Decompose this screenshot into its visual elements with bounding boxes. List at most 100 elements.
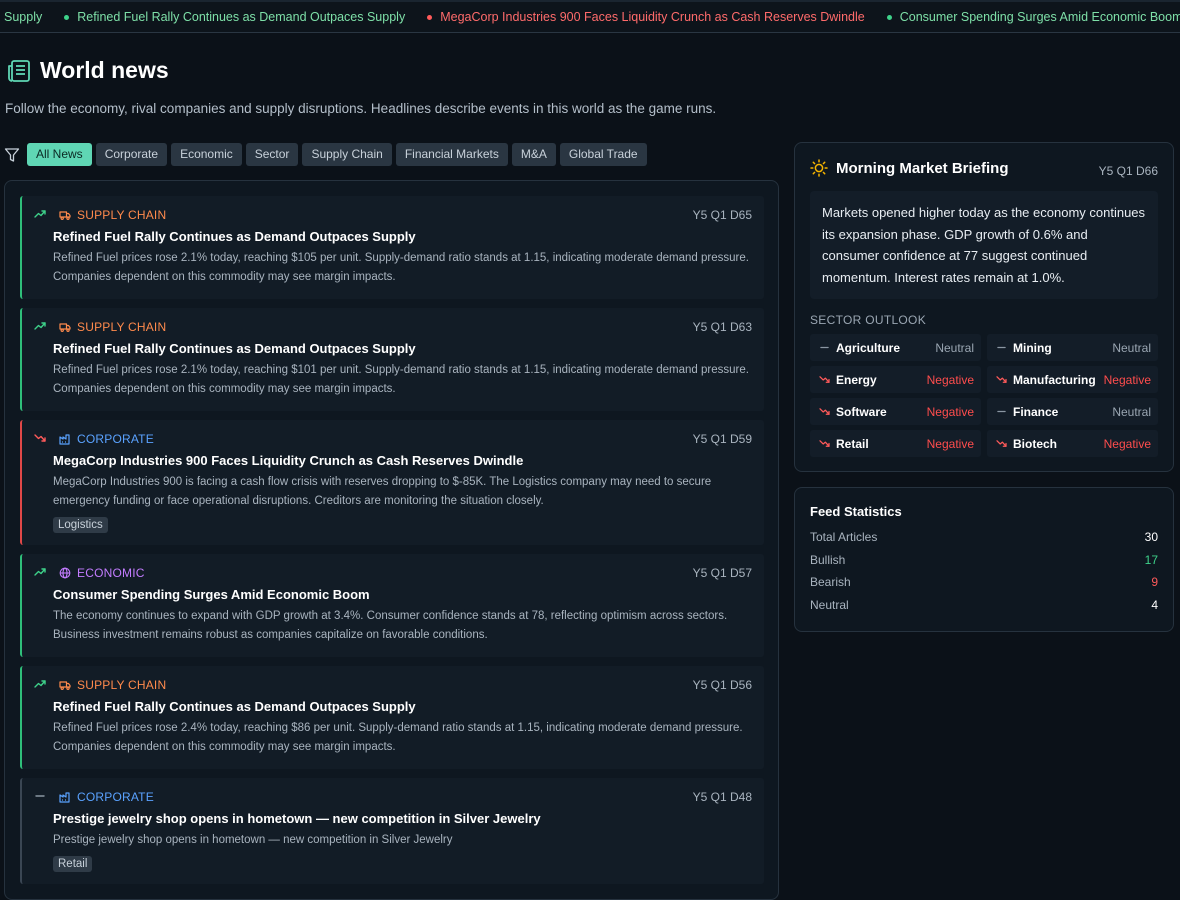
ticker-dot	[427, 15, 433, 20]
news-card[interactable]: CORPORATE Y5 Q1 D48 Prestige jewelry shop …	[20, 778, 764, 884]
news-card[interactable]: CORPORATE Y5 Q1 D59 MegaCorp Industries 90…	[20, 420, 764, 545]
sector-manufacturing: Manufacturing Negative	[987, 366, 1158, 393]
sector-outlook-value: Negative	[1103, 372, 1151, 387]
card-tag[interactable]: Retail	[53, 856, 93, 872]
briefing-title: Morning Market Briefing	[836, 159, 1009, 177]
stat-row-bullish: Bullish 17	[810, 553, 1158, 576]
card-title: Consumer Spending Surges Amid Economic B…	[53, 587, 370, 602]
newspaper-icon	[8, 59, 30, 82]
card-header: CORPORATE	[53, 432, 750, 446]
sector-agriculture: Agriculture Neutral	[810, 334, 981, 361]
sector-name: Biotech	[1013, 436, 1058, 451]
stat-row-neutral: Neutral 4	[810, 598, 1158, 621]
card-body: Refined Fuel prices rose 2.1% today, rea…	[53, 252, 749, 283]
card-date: Y5 Q1 D57	[692, 566, 752, 580]
filter-chip-global-trade[interactable]: Global Trade	[559, 143, 647, 166]
filter-chip-sector[interactable]: Sector	[245, 143, 299, 166]
card-title: Prestige jewelry shop opens in hometown …	[53, 811, 541, 826]
ticker-item[interactable]: Refined Fuel Rally Continues as Demand O…	[64, 2, 405, 32]
ticker-text: Supply	[4, 10, 43, 24]
card-header: SUPPLY CHAIN	[53, 320, 750, 334]
sector-energy: Energy Negative	[810, 366, 981, 393]
card-date: Y5 Q1 D65	[692, 208, 752, 222]
sector-mining: Mining Neutral	[987, 334, 1158, 361]
filter-chip-all-news[interactable]: All News	[27, 143, 92, 166]
sector-name: Energy	[836, 372, 877, 387]
stat-value: 9	[1151, 575, 1158, 590]
sector-outlook-value: Neutral	[1112, 404, 1151, 419]
ticker-item[interactable]: Consumer Spending Surges Amid Economic B…	[886, 2, 1180, 32]
card-date: Y5 Q1 D48	[692, 790, 752, 804]
trend-up-icon	[34, 568, 46, 576]
briefing-text: Markets opened higher today as the econo…	[810, 191, 1158, 299]
trend-down-icon	[819, 440, 830, 447]
card-header: SUPPLY CHAIN	[53, 678, 750, 692]
stat-row-total-articles: Total Articles 30	[810, 530, 1158, 553]
stats-title: Feed Statistics	[810, 504, 902, 519]
card-title: Refined Fuel Rally Continues as Demand O…	[53, 341, 416, 356]
sector-outlook-grid: Agriculture Neutral Mining Neutral Energy Neg…	[810, 334, 1158, 457]
feed-statistics-panel: Feed Statistics Total Articles 30 Bullish 1…	[794, 487, 1174, 632]
news-feed[interactable]: SUPPLY CHAIN Y5 Q1 D65 Refined Fuel Rally …	[4, 180, 779, 900]
sector-retail: Retail Negative	[810, 430, 981, 457]
sector-name: Manufacturing	[1013, 372, 1096, 387]
trend-up-icon	[34, 680, 46, 688]
sector-name: Mining	[1013, 340, 1052, 355]
filter-chip-corporate[interactable]: Corporate	[95, 143, 168, 166]
card-date: Y5 Q1 D59	[692, 432, 752, 446]
stat-label: Bearish	[810, 575, 851, 590]
ticker-text: Consumer Spending Surges Amid Economic B…	[899, 10, 1180, 24]
trend-down-icon	[996, 376, 1007, 383]
news-card[interactable]: ECONOMIC Y5 Q1 D57 Consumer Spending Surge…	[20, 554, 764, 657]
card-category: CORPORATE	[77, 790, 154, 804]
filter-chip-supply-chain[interactable]: Supply Chain	[302, 143, 392, 166]
sector-outlook-value: Negative	[926, 404, 974, 419]
card-tag[interactable]: Logistics	[53, 517, 108, 533]
stat-value: 4	[1151, 597, 1158, 612]
card-header: SUPPLY CHAIN	[53, 208, 750, 222]
stat-label: Total Articles	[810, 530, 878, 544]
card-title: Refined Fuel Rally Continues as Demand O…	[53, 699, 416, 714]
card-category: ECONOMIC	[77, 566, 145, 580]
news-ticker: Supply Refined Fuel Rally Continues as De…	[0, 0, 1180, 33]
stat-label: Bullish	[810, 552, 846, 567]
news-card[interactable]: SUPPLY CHAIN Y5 Q1 D56 Refined Fuel Rally …	[20, 666, 764, 769]
sector-name: Agriculture	[836, 340, 901, 355]
news-card[interactable]: SUPPLY CHAIN Y5 Q1 D65 Refined Fuel Rally …	[20, 196, 764, 299]
page-subtitle: Follow the economy, rival companies and …	[5, 101, 717, 116]
sector-biotech: Biotech Negative	[987, 430, 1158, 457]
trend-down-icon	[996, 440, 1007, 447]
stat-row-bearish: Bearish 9	[810, 575, 1158, 598]
globe-icon	[59, 567, 71, 579]
filter-chip-economic[interactable]: Economic	[171, 143, 242, 166]
sector-name: Software	[836, 404, 887, 419]
trend-down-icon	[34, 434, 46, 442]
card-category: SUPPLY CHAIN	[77, 320, 167, 334]
sector-outlook-value: Negative	[1103, 436, 1151, 451]
trend-flat-icon	[35, 795, 45, 797]
news-card[interactable]: SUPPLY CHAIN Y5 Q1 D63 Refined Fuel Rally …	[20, 308, 764, 411]
card-body: MegaCorp Industries 900 is facing a cash…	[53, 476, 712, 507]
ticker-dot	[64, 15, 70, 20]
ticker-dot	[886, 15, 892, 20]
filter-chip-financial-markets[interactable]: Financial Markets	[395, 143, 508, 166]
trend-up-icon	[34, 210, 46, 218]
factory-icon	[59, 434, 70, 445]
page-title: World news	[40, 57, 169, 83]
trend-up-icon	[34, 322, 46, 330]
card-date: Y5 Q1 D56	[692, 678, 752, 692]
card-header: CORPORATE	[53, 790, 750, 804]
ticker-item[interactable]: Supply	[4, 2, 43, 32]
market-briefing-panel: Morning Market Briefing Y5 Q1 D66 Market…	[794, 142, 1174, 472]
card-category: SUPPLY CHAIN	[77, 678, 167, 692]
card-body: Refined Fuel prices rose 2.1% today, rea…	[53, 364, 749, 395]
sector-outlook-value: Neutral	[935, 340, 974, 355]
ticker-item[interactable]: MegaCorp Industries 900 Faces Liquidity …	[427, 2, 865, 32]
card-category: CORPORATE	[77, 432, 154, 446]
trend-down-icon	[819, 408, 830, 415]
card-date: Y5 Q1 D63	[692, 320, 752, 334]
filter-chip-m-a[interactable]: M&A	[511, 143, 556, 166]
card-category: SUPPLY CHAIN	[77, 208, 167, 222]
briefing-date: Y5 Q1 D66	[1098, 164, 1158, 178]
trend-flat-icon	[820, 346, 829, 349]
